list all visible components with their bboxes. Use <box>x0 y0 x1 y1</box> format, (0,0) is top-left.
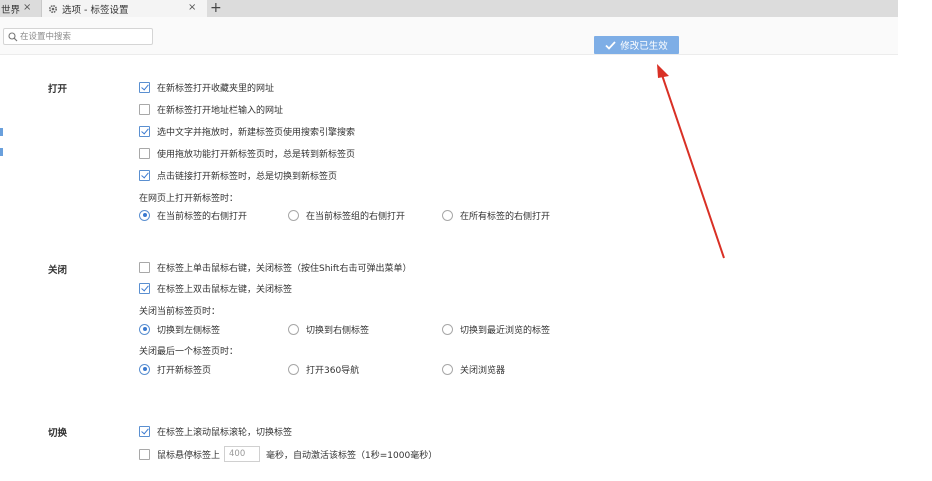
option-link-switch-new-tab[interactable]: 点击链接打开新标签时，总是切换到新标签页 <box>139 168 337 182</box>
option-label: 选中文字并拖放时，新建标签页使用搜索引擎搜索 <box>157 127 356 138</box>
option-double-click-close[interactable]: 在标签上双击鼠标左键，关闭标签 <box>139 281 292 295</box>
close-last-label: 关闭最后一个标签页时： <box>139 347 239 357</box>
radio-open-new-tab[interactable]: 打开新标签页 <box>139 362 211 376</box>
radio-open-360-nav[interactable]: 打开360导航 <box>288 362 359 376</box>
option-drag-switch-new-tab[interactable]: 使用拖放功能打开新标签页时，总是转到新标签页 <box>139 146 355 160</box>
close-icon[interactable]: × <box>188 3 196 13</box>
radio-label: 在所有标签的右侧打开 <box>460 211 551 222</box>
checkbox[interactable] <box>139 261 150 273</box>
radio-switch-right[interactable]: 切换到右侧标签 <box>288 322 369 336</box>
option-label: 在新标签打开收藏夹里的网址 <box>157 83 275 94</box>
checkbox[interactable] <box>139 448 150 460</box>
option-right-click-close[interactable]: 在标签上单击鼠标右键，关闭标签（按住Shift右击可弹出菜单） <box>139 260 411 274</box>
checkbox[interactable] <box>139 425 150 437</box>
radio-right-of-current[interactable]: 在当前标签的右侧打开 <box>139 208 247 222</box>
checkbox[interactable] <box>139 282 150 294</box>
changes-saved-toast: 修改已生效 <box>594 36 679 54</box>
checkbox[interactable] <box>139 169 150 181</box>
radio-switch-recent[interactable]: 切换到最近浏览的标签 <box>442 322 550 336</box>
tab-world[interactable]: 世界 × <box>0 0 42 17</box>
option-label: 在标签上滚动鼠标滚轮，切换标签 <box>157 427 293 438</box>
option-label: 使用拖放功能打开新标签页时，总是转到新标签页 <box>157 149 356 160</box>
option-label: 点击链接打开新标签时，总是切换到新标签页 <box>157 171 338 182</box>
radio-button[interactable] <box>288 209 299 221</box>
tab-tab-settings[interactable]: 选项 - 标签设置 × <box>42 0 207 17</box>
option-open-addressbar-new-tab[interactable]: 在新标签打开地址栏输入的网址 <box>139 102 283 116</box>
new-tab-button[interactable]: + <box>210 0 222 16</box>
close-icon[interactable]: × <box>23 3 31 13</box>
checkbox[interactable] <box>139 147 150 159</box>
checkbox[interactable] <box>139 103 150 115</box>
close-current-group: 切换到左侧标签 切换到右侧标签 切换到最近浏览的标签 <box>139 322 639 336</box>
close-current-label: 关闭当前标签页时： <box>139 307 221 317</box>
red-arrow-annotation <box>657 64 725 259</box>
radio-button[interactable] <box>442 323 453 335</box>
radio-label: 打开新标签页 <box>157 365 212 376</box>
radio-right-of-all[interactable]: 在所有标签的右侧打开 <box>442 208 550 222</box>
settings-header: 修改已生效 <box>0 17 898 55</box>
section-title-close: 关闭 <box>48 265 68 276</box>
checkbox[interactable] <box>139 81 150 93</box>
radio-button[interactable] <box>288 363 299 375</box>
radio-close-browser[interactable]: 关闭浏览器 <box>442 362 505 376</box>
tab-label: 世界 <box>1 4 21 16</box>
close-last-group: 打开新标签页 打开360导航 关闭浏览器 <box>139 362 639 376</box>
left-edge-marker <box>0 148 3 156</box>
radio-label: 打开360导航 <box>306 365 360 376</box>
option-label-prefix: 鼠标悬停标签上 <box>157 450 221 461</box>
radio-label: 关闭浏览器 <box>460 365 506 376</box>
section-title-switch: 切换 <box>48 428 68 439</box>
option-drag-text-search[interactable]: 选中文字并拖放时，新建标签页使用搜索引擎搜索 <box>139 124 355 138</box>
radio-button[interactable] <box>139 209 150 221</box>
radio-button[interactable] <box>288 323 299 335</box>
checkbox[interactable] <box>139 125 150 137</box>
radio-button[interactable] <box>139 323 150 335</box>
new-tab-position-label: 在网页上打开新标签时： <box>139 194 239 204</box>
radio-button[interactable] <box>442 363 453 375</box>
gear-icon <box>48 4 58 13</box>
option-open-favorites-new-tab[interactable]: 在新标签打开收藏夹里的网址 <box>139 80 274 94</box>
radio-button[interactable] <box>139 363 150 375</box>
radio-label: 在当前标签的右侧打开 <box>157 211 248 222</box>
tab-label: 选项 - 标签设置 <box>62 4 129 16</box>
left-edge-marker <box>0 128 3 136</box>
radio-label: 切换到最近浏览的标签 <box>460 325 551 336</box>
radio-button[interactable] <box>442 209 453 221</box>
option-label: 在新标签打开地址栏输入的网址 <box>157 105 284 116</box>
hover-delay-input[interactable] <box>224 446 261 462</box>
option-label: 在标签上双击鼠标左键，关闭标签 <box>157 284 293 295</box>
search-box[interactable] <box>3 28 153 45</box>
radio-switch-left[interactable]: 切换到左侧标签 <box>139 322 220 336</box>
radio-right-of-group[interactable]: 在当前标签组的右侧打开 <box>288 208 405 222</box>
search-icon <box>8 32 18 42</box>
checkmark-icon <box>605 40 616 50</box>
section-title-open: 打开 <box>48 84 68 95</box>
option-wheel-switch[interactable]: 在标签上滚动鼠标滚轮，切换标签 <box>139 424 292 438</box>
toast-label: 修改已生效 <box>620 41 668 52</box>
search-input[interactable] <box>20 30 148 43</box>
radio-label: 在当前标签组的右侧打开 <box>306 211 406 222</box>
radio-label: 切换到左侧标签 <box>157 325 221 336</box>
new-tab-position-group: 在当前标签的右侧打开 在当前标签组的右侧打开 在所有标签的右侧打开 <box>139 208 639 222</box>
option-label: 在标签上单击鼠标右键，关闭标签（按住Shift右击可弹出菜单） <box>157 263 412 274</box>
radio-label: 切换到右侧标签 <box>306 325 370 336</box>
option-hover-activate[interactable]: 鼠标悬停标签上 毫秒，自动激活该标签（1秒=1000毫秒） <box>139 446 437 462</box>
tab-bar: 世界 × 选项 - 标签设置 × + <box>0 0 898 17</box>
option-label-suffix: 毫秒，自动激活该标签（1秒=1000毫秒） <box>266 450 438 461</box>
